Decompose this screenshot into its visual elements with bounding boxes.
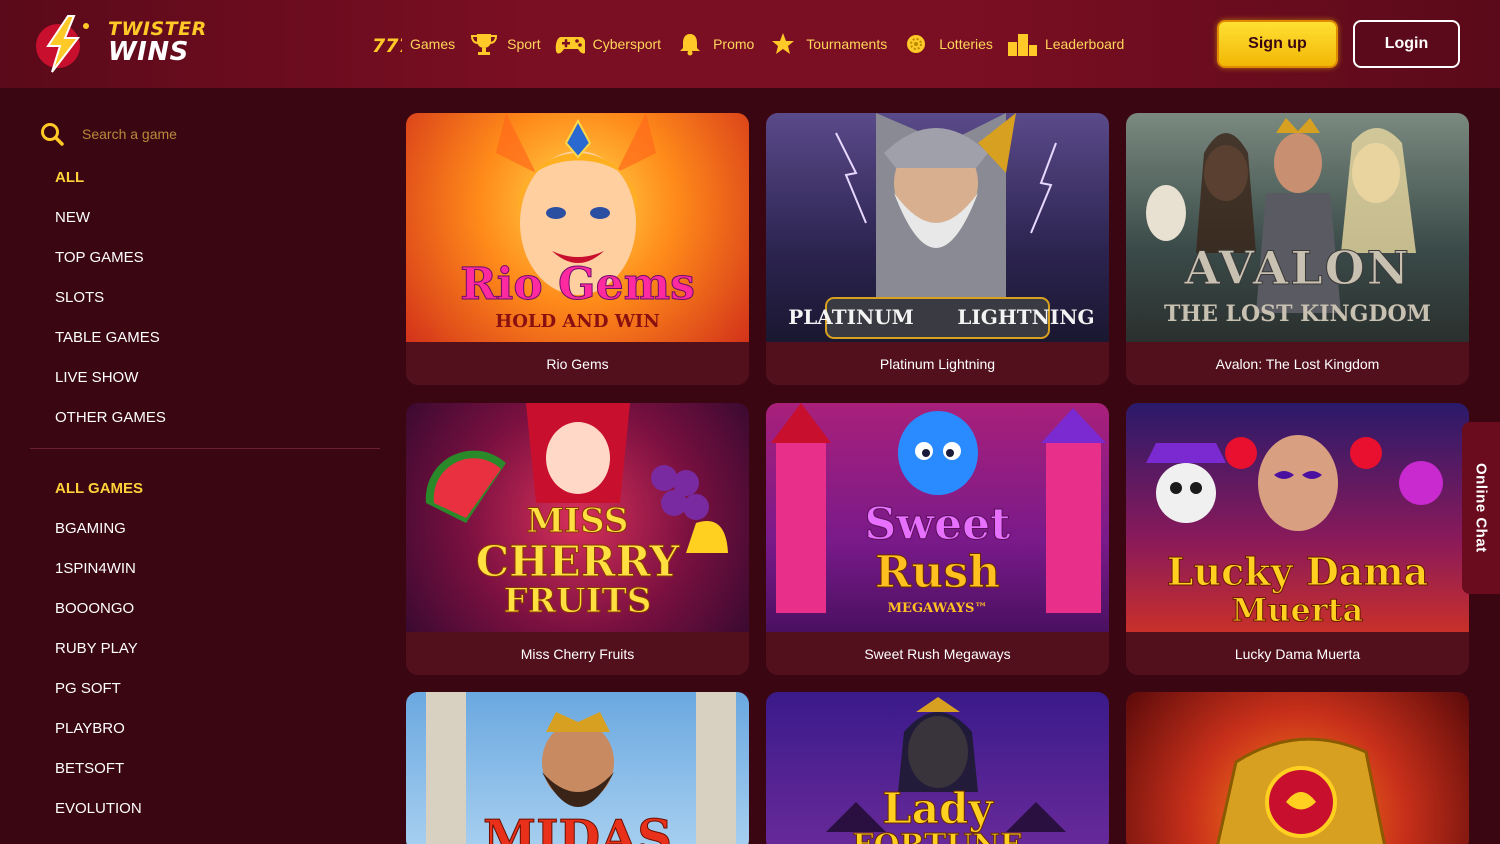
nav-leaderboard[interactable]: Leaderboard [1007, 31, 1124, 57]
game-art-title: Rio Gems [460, 259, 696, 311]
provider-evolution[interactable]: EVOLUTION [30, 789, 380, 829]
main-nav: 777 Games Sport Cybersport Promo [372, 30, 1138, 58]
game-art-subtitle: FORTUNE [766, 828, 1109, 844]
game-title: Avalon: The Lost Kingdom [1215, 355, 1380, 372]
game-card-book[interactable] [1126, 692, 1469, 844]
nav-lotteries[interactable]: Lotteries [901, 31, 993, 57]
nav-label: Cybersport [592, 36, 662, 52]
game-art-title: AVALON [1184, 241, 1411, 296]
game-card-miss-cherry-fruits[interactable]: MISS CHERRY FRUITS Miss Cherry Fruits [406, 403, 749, 675]
provider-1spin4win[interactable]: 1SPIN4WIN [30, 549, 380, 589]
nav-label: Games [410, 36, 456, 52]
game-thumbnail: MISS CHERRY FRUITS [406, 403, 749, 632]
game-card-platinum-lightning[interactable]: PLATINUM LIGHTNING Platinum Lightning [766, 113, 1109, 385]
provider-ruby-play[interactable]: RUBY PLAY [30, 629, 380, 669]
nav-label: Sport [507, 36, 541, 52]
nav-cybersport[interactable]: Cybersport [555, 31, 661, 57]
online-chat-button[interactable]: Online Chat [1462, 422, 1500, 594]
game-card-rio-gems[interactable]: Rio Gems HOLD AND WIN Rio Gems [406, 113, 749, 385]
provider-betsoft[interactable]: BETSOFT [30, 749, 380, 789]
game-thumbnail: MIDAS [406, 692, 749, 844]
provider-all-games[interactable]: ALL GAMES [30, 469, 380, 509]
search-icon[interactable] [40, 122, 64, 146]
game-art-subtitle: HOLD AND WIN [495, 311, 660, 332]
search-bar [30, 110, 380, 158]
game-art-title: MISS [526, 501, 629, 542]
game-art-title: Sweet [864, 499, 1011, 551]
signup-button[interactable]: Sign up [1217, 20, 1338, 68]
category-live-show[interactable]: LIVE SHOW [30, 358, 380, 398]
sidebar: ALL NEW TOP GAMES SLOTS TABLE GAMES LIVE… [30, 110, 380, 829]
lightning-logo-icon [36, 15, 89, 73]
provider-bgaming[interactable]: BGAMING [30, 509, 380, 549]
slot-777-icon: 777 [372, 31, 402, 57]
game-card-lady-fortune[interactable]: Lady FORTUNE [766, 692, 1109, 844]
category-all[interactable]: ALL [30, 158, 380, 198]
nav-label: Lotteries [939, 36, 993, 52]
game-art-subtitle: Rush [874, 547, 1001, 599]
game-thumbnail: Lady FORTUNE [766, 692, 1109, 844]
game-card-lucky-dama-muerta[interactable]: Lucky Dama Muerta Lucky Dama Muerta [1126, 403, 1469, 675]
game-thumbnail [1126, 692, 1469, 844]
category-table-games[interactable]: TABLE GAMES [30, 318, 380, 358]
game-art-title: Lucky Dama [1166, 549, 1429, 595]
game-title: Sweet Rush Megaways [864, 645, 1011, 662]
provider-pg-soft[interactable]: PG SOFT [30, 669, 380, 709]
login-button[interactable]: Login [1353, 20, 1460, 68]
game-art-subtitle-2: FRUITS [503, 581, 652, 622]
game-thumbnail: AVALON THE LOST KINGDOM [1126, 113, 1469, 342]
provider-booongo[interactable]: BOOONGO [30, 589, 380, 629]
category-new[interactable]: NEW [30, 198, 380, 238]
site-header: TWISTER WINS 777 Games Sport Cybersport [0, 0, 1500, 88]
category-other-games[interactable]: OTHER GAMES [30, 398, 380, 438]
category-list: ALL NEW TOP GAMES SLOTS TABLE GAMES LIVE… [30, 158, 380, 438]
game-art-subtitle: Muerta [1231, 591, 1364, 630]
star-icon [768, 31, 798, 57]
gamepad-icon [555, 31, 585, 57]
search-input[interactable] [82, 126, 342, 142]
provider-list: ALL GAMES BGAMING 1SPIN4WIN BOOONGO RUBY… [30, 469, 380, 829]
game-art-title: PLATINUM [788, 305, 914, 329]
game-card-midas[interactable]: MIDAS [406, 692, 749, 844]
game-card-sweet-rush[interactable]: Sweet Rush MEGAWAYS™ Sweet Rush Megaways [766, 403, 1109, 675]
category-slots[interactable]: SLOTS [30, 278, 380, 318]
game-art-subtitle-2: MEGAWAYS™ [887, 601, 988, 616]
nav-promo[interactable]: Promo [675, 31, 754, 57]
game-art-title: Lady [882, 784, 994, 834]
lottery-ball-icon [901, 31, 931, 57]
game-thumbnail: Rio Gems HOLD AND WIN [406, 113, 749, 342]
category-top-games[interactable]: TOP GAMES [30, 238, 380, 278]
logo-line-2: WINS [108, 37, 189, 67]
game-title: Miss Cherry Fruits [520, 645, 635, 662]
nav-games[interactable]: 777 Games [372, 31, 455, 57]
game-art-subtitle: LIGHTNING [957, 305, 1095, 329]
site-logo[interactable]: TWISTER WINS [30, 12, 215, 76]
nav-label: Tournaments [806, 36, 888, 52]
game-thumbnail: PLATINUM LIGHTNING [766, 113, 1109, 342]
game-card-avalon[interactable]: AVALON THE LOST KINGDOM Avalon: The Lost… [1126, 113, 1469, 385]
game-thumbnail: Sweet Rush MEGAWAYS™ [766, 403, 1109, 632]
online-chat-label: Online Chat [1472, 463, 1490, 553]
bell-icon [675, 31, 705, 57]
game-art-subtitle: CHERRY [475, 537, 680, 587]
game-thumbnail: Lucky Dama Muerta [1126, 403, 1469, 632]
sidebar-divider [30, 448, 380, 449]
nav-label: Promo [713, 36, 755, 52]
svg-text:777: 777 [372, 35, 402, 55]
nav-label: Leaderboard [1044, 36, 1125, 52]
podium-icon [1007, 31, 1037, 57]
game-title: Lucky Dama Muerta [1234, 645, 1361, 662]
game-art-subtitle: THE LOST KINGDOM [1163, 301, 1432, 327]
game-art-title: MIDAS [482, 810, 673, 844]
trophy-icon [469, 31, 499, 57]
nav-tournaments[interactable]: Tournaments [768, 31, 887, 57]
provider-playbro[interactable]: PLAYBRO [30, 709, 380, 749]
game-title: Rio Gems [546, 355, 609, 372]
nav-sport[interactable]: Sport [469, 31, 541, 57]
game-title: Platinum Lightning [879, 355, 996, 372]
